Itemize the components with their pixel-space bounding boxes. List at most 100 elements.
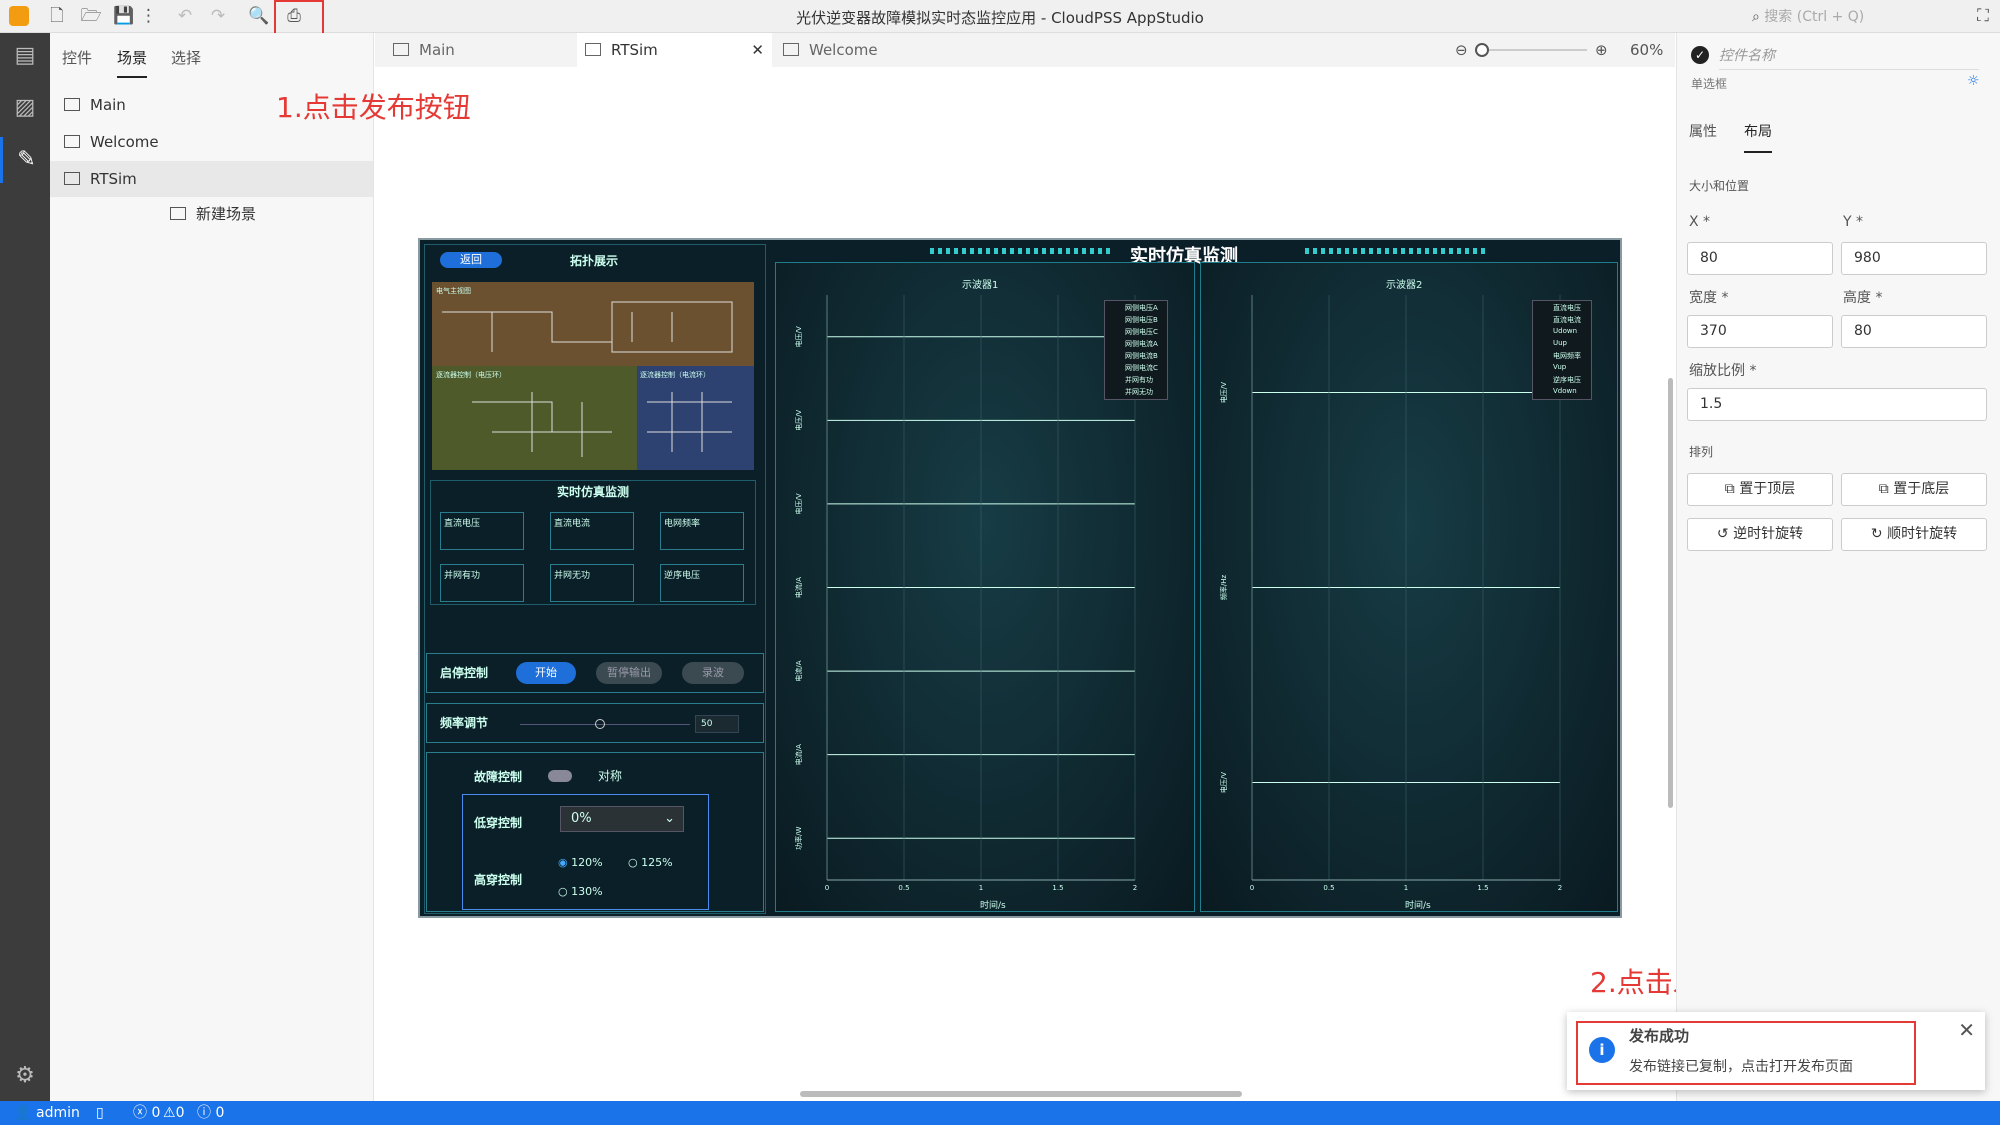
freq-slider-handle[interactable] xyxy=(595,719,605,729)
y-axis-label: 电流/A xyxy=(794,577,803,598)
legend-item: 直流电流 xyxy=(1553,316,1581,324)
sim-card: 并网有功 xyxy=(440,564,524,602)
layers-up-icon: ⧉ xyxy=(1724,481,1740,497)
legend-item: 网侧电流B xyxy=(1125,352,1158,360)
close-icon[interactable]: ✕ xyxy=(751,33,764,67)
page-icon[interactable]: ▤ xyxy=(0,33,50,79)
freq-slider[interactable] xyxy=(520,724,690,725)
layers-down-icon: ⧉ xyxy=(1878,481,1894,497)
legend-item: Udown xyxy=(1553,327,1578,335)
image-icon[interactable]: ▨ xyxy=(0,85,50,131)
user-name[interactable]: admin xyxy=(36,1101,80,1125)
y-axis-label: 电压/V xyxy=(1219,382,1228,403)
status-bar: 👤 admin ▯ ⓧ 0 ⚠0 ⓘ 0 xyxy=(0,1101,2000,1125)
tab-label: Main xyxy=(419,41,455,59)
tab-controls[interactable]: 控件 xyxy=(62,47,92,68)
tab-properties[interactable]: 属性 xyxy=(1689,121,1717,141)
zoom-slider-handle[interactable] xyxy=(1475,43,1489,57)
record-button[interactable]: 录波 xyxy=(682,662,744,684)
circuit-lines xyxy=(442,301,733,457)
legend-item: 网侧电压A xyxy=(1125,304,1158,312)
zoom-slider[interactable] xyxy=(1479,49,1587,51)
maximize-icon[interactable]: ⛶ xyxy=(1972,5,1994,27)
lightbulb-icon[interactable]: ☼ xyxy=(1967,73,1980,89)
zoom-out-icon[interactable]: ⊖ xyxy=(1455,33,1468,67)
x-tick-label: 1 xyxy=(979,884,983,892)
zoom-in-icon[interactable]: ⊕ xyxy=(1595,33,1608,67)
info-count[interactable]: ⓘ 0 xyxy=(197,1101,224,1125)
legend-item: 直流电压 xyxy=(1553,304,1581,312)
page-icon xyxy=(783,43,799,56)
bring-to-front-button[interactable]: ⧉ 置于顶层 xyxy=(1687,473,1833,506)
control-type: 单选框 xyxy=(1691,77,1728,91)
settings-icon[interactable]: ⚙ xyxy=(0,1053,50,1099)
btn-label: 逆时针旋转 xyxy=(1733,526,1804,542)
y-axis-label: 电压/V xyxy=(794,493,803,514)
start-button[interactable]: 开始 xyxy=(516,662,576,684)
warning-count[interactable]: ⚠0 xyxy=(163,1101,184,1125)
btn-label: 置于顶层 xyxy=(1739,481,1796,497)
close-icon[interactable]: ✕ xyxy=(1958,1018,1975,1042)
check-circle-icon: ✓ xyxy=(1691,46,1709,64)
x-tick-label: 0.5 xyxy=(898,884,909,892)
pause-output-button[interactable]: 暂停输出 xyxy=(596,662,662,684)
tab-rtsim[interactable]: RTSim ✕ xyxy=(577,33,772,67)
x-tick-label: 2 xyxy=(1133,884,1137,892)
error-count[interactable]: ⓧ 0 xyxy=(133,1101,160,1125)
legend-item: 网侧电压B xyxy=(1125,316,1158,324)
legend-item: Vup xyxy=(1553,363,1567,371)
sim-panel-title: 实时仿真监测 xyxy=(557,485,630,499)
legend-item: Vdown xyxy=(1553,387,1577,395)
scope1-legend: 网侧电压A 网侧电压B 网侧电压C 网侧电流A 网侧电流B 网侧电流C 并网有功… xyxy=(1104,300,1168,400)
tools-icon[interactable]: ✎ xyxy=(0,137,50,183)
btn-label: 顺时针旋转 xyxy=(1887,526,1958,542)
horizontal-scrollbar[interactable] xyxy=(800,1091,1242,1097)
tab-welcome[interactable]: Welcome xyxy=(783,33,973,67)
fault-toggle[interactable] xyxy=(548,770,572,782)
sim-card: 电网频率 xyxy=(660,512,744,550)
scene-item-rtsim[interactable]: RTSim xyxy=(50,161,373,197)
app-canvas[interactable]: 实时仿真监测 返回 拓扑展示 电气主视图 逐流器控制（电压环） 逐流器控制（电流… xyxy=(418,238,1622,918)
x-tick-label: 1.5 xyxy=(1052,884,1063,892)
tab-select[interactable]: 选择 xyxy=(171,47,201,68)
sim-card: 直流电压 xyxy=(440,512,524,550)
width-label: 宽度 * xyxy=(1689,290,1729,306)
scope2-legend: 直流电压 直流电流 Udown Uup 电网频率 Vup 逆序电压 Vdown xyxy=(1532,300,1592,400)
section-size-position: 大小和位置 xyxy=(1689,179,1750,193)
rotate-cw-button[interactable]: ↻ 顺时针旋转 xyxy=(1841,518,1987,551)
zoom-level: 60% xyxy=(1630,41,1664,59)
scene-item-welcome[interactable]: Welcome xyxy=(64,124,364,160)
y-axis-label: 电压/V xyxy=(794,326,803,347)
height-input[interactable]: 80 xyxy=(1841,315,1987,348)
y-axis-label: 频率/Hz xyxy=(1219,575,1228,601)
selection-frame[interactable] xyxy=(462,794,709,910)
freq-label: 频率调节 xyxy=(440,716,489,730)
scene-label: Welcome xyxy=(90,133,159,151)
title-deco-right xyxy=(1305,248,1485,254)
tab-layout[interactable]: 布局 xyxy=(1744,121,1772,153)
y-input[interactable]: 980 xyxy=(1841,242,1987,275)
send-to-back-button[interactable]: ⧉ 置于底层 xyxy=(1841,473,1987,506)
x-tick-label: 1.5 xyxy=(1477,884,1488,892)
width-input[interactable]: 370 xyxy=(1687,315,1833,348)
vertical-scrollbar[interactable] xyxy=(1668,378,1673,808)
x-tick-label: 0 xyxy=(1250,884,1254,892)
x-input[interactable]: 80 xyxy=(1687,242,1833,275)
freq-input[interactable]: 50 xyxy=(695,715,739,733)
page-status-icon[interactable]: ▯ xyxy=(96,1101,104,1125)
scale-input[interactable]: 1.5 xyxy=(1687,388,1987,421)
search-input[interactable]: ⌕ 搜索 (Ctrl + Q) xyxy=(1752,6,1942,28)
tab-main[interactable]: Main xyxy=(385,33,575,67)
fault-label: 故障控制 xyxy=(474,770,523,784)
scale-label: 缩放比例 * xyxy=(1689,363,1757,379)
tab-scenes[interactable]: 场景 xyxy=(117,47,148,78)
control-name-input[interactable]: 控件名称 xyxy=(1719,45,1979,70)
rotate-ccw-button[interactable]: ↺ 逆时针旋转 xyxy=(1687,518,1833,551)
page-icon xyxy=(64,172,80,185)
scene-label: Main xyxy=(90,96,126,114)
legend-item: Uup xyxy=(1553,339,1568,347)
page-icon xyxy=(64,135,80,148)
toast-highlight xyxy=(1576,1021,1916,1085)
back-button[interactable]: 返回 xyxy=(440,252,502,268)
new-scene-button[interactable]: 新建场景 xyxy=(170,196,256,232)
